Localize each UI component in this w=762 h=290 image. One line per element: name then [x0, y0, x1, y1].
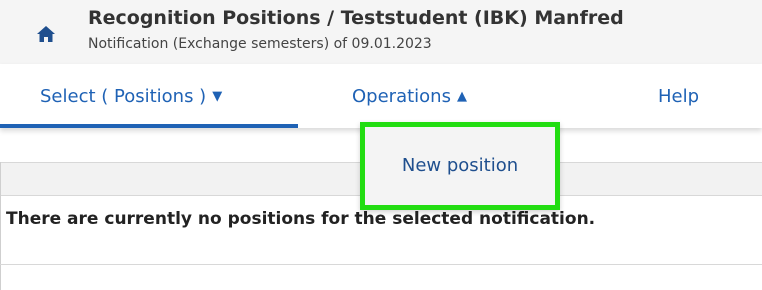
active-tab-indicator	[0, 124, 298, 128]
tab-select-label: Select ( Positions )	[40, 86, 207, 107]
operations-dropdown-menu: New position	[360, 122, 560, 210]
home-icon[interactable]	[36, 25, 56, 43]
tab-operations[interactable]: Operations ▲	[352, 86, 467, 107]
tab-help[interactable]: Help	[658, 86, 699, 107]
page-title: Recognition Positions / Teststudent (IBK…	[88, 7, 624, 29]
page-subtitle: Notification (Exchange semesters) of 09.…	[88, 36, 432, 52]
tab-operations-label: Operations	[352, 86, 451, 107]
caret-up-icon: ▲	[456, 89, 467, 104]
divider	[0, 264, 762, 265]
caret-down-icon: ▼	[212, 89, 223, 104]
menu-item-new-position[interactable]: New position	[365, 155, 555, 176]
nav-bar: Select ( Positions ) ▼ Operations ▲ Help	[0, 64, 762, 128]
tab-help-label: Help	[658, 86, 700, 107]
page-header: Recognition Positions / Teststudent (IBK…	[0, 0, 762, 64]
content-left-border	[0, 162, 1, 290]
empty-state-message: There are currently no positions for the…	[6, 209, 596, 229]
tab-select-positions[interactable]: Select ( Positions ) ▼	[40, 86, 222, 107]
